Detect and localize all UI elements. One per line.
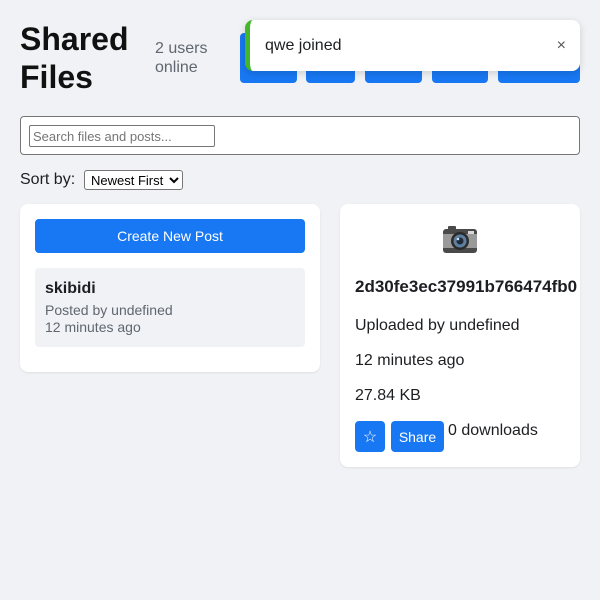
users-online-count: 2 users online — [155, 40, 208, 76]
notification-toast: qwe joined × — [245, 20, 580, 71]
file-card: 2d30fe3ec37991b766474fb0 Uploaded by und… — [340, 204, 580, 467]
posts-card: Create New Post skibidi Posted by undefi… — [20, 204, 320, 372]
star-button[interactable]: ☆ — [355, 421, 385, 452]
close-icon[interactable]: × — [557, 37, 566, 55]
page-title: Shared Files — [20, 21, 129, 95]
post-author: Posted by undefined — [45, 302, 173, 318]
toast-message: qwe joined — [265, 36, 342, 54]
search-input[interactable] — [29, 125, 215, 147]
post-title: skibidi — [45, 280, 96, 297]
share-button[interactable]: Share — [391, 421, 444, 452]
create-post-button[interactable]: Create New Post — [35, 219, 305, 253]
download-count: 0 downloads — [448, 422, 538, 439]
camera-icon — [443, 226, 477, 253]
file-name: 2d30fe3ec37991b766474fb0 — [355, 277, 578, 296]
post-time: 12 minutes ago — [45, 319, 141, 335]
file-size: 27.84 KB — [355, 387, 421, 404]
file-time: 12 minutes ago — [355, 352, 465, 369]
sort-select[interactable]: Newest First — [84, 170, 183, 190]
sort-label: Sort by: — [20, 171, 76, 188]
file-uploader: Uploaded by undefined — [355, 317, 520, 334]
post-item[interactable]: skibidi Posted by undefined 12 minutes a… — [35, 268, 305, 347]
search-container — [20, 116, 580, 155]
